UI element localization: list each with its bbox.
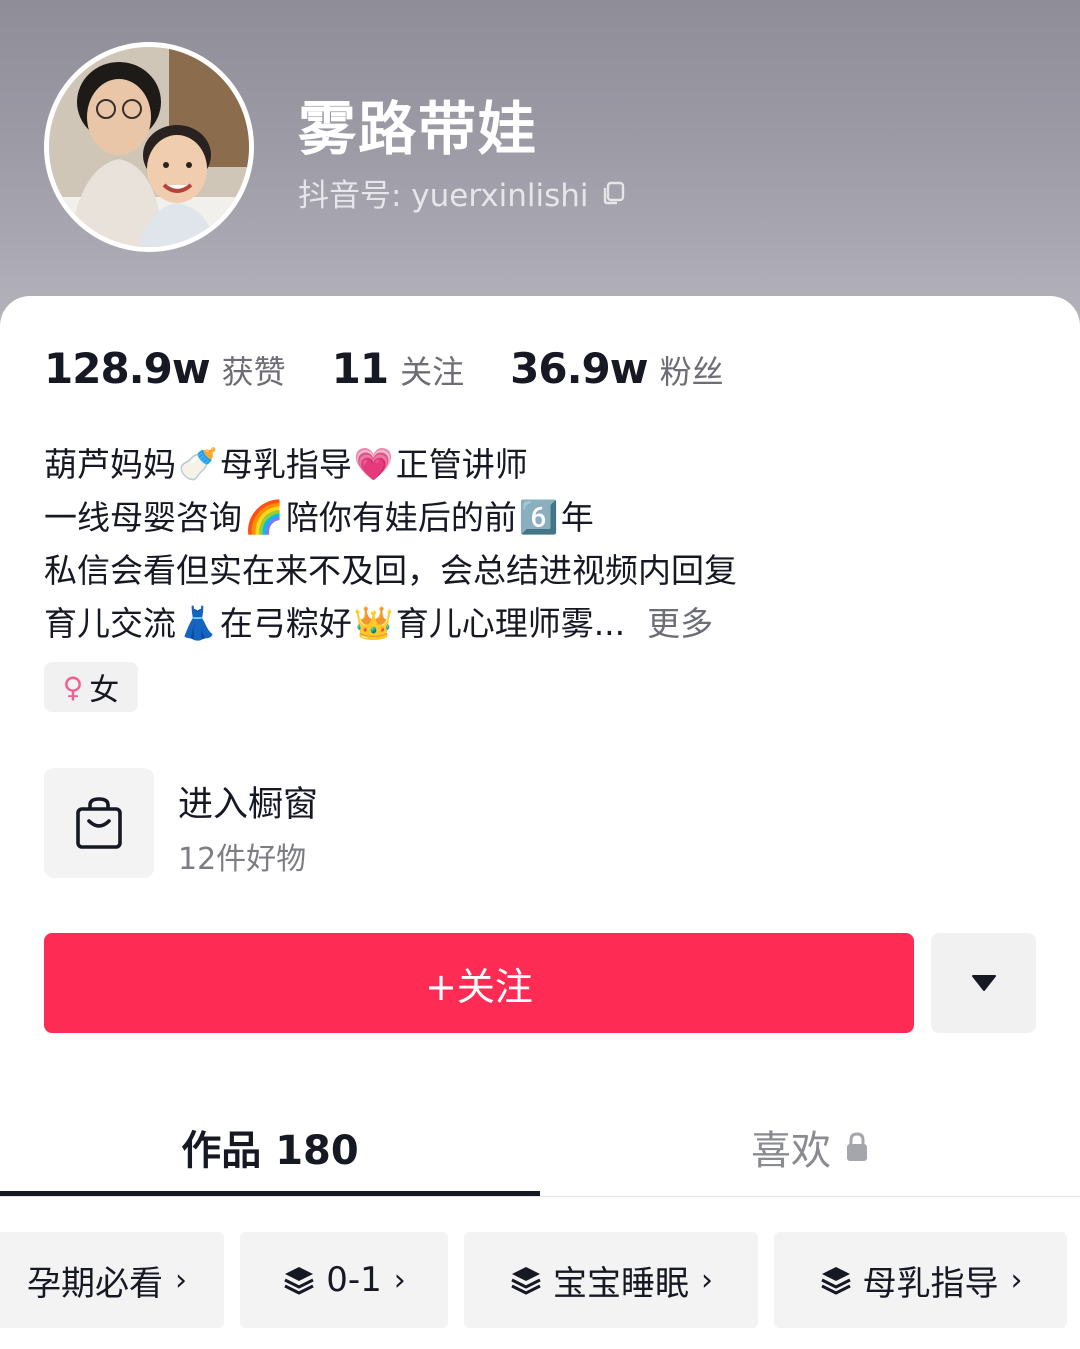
rainbow-icon: 🌈 (244, 498, 284, 536)
chevron-right-icon: › (393, 1262, 406, 1298)
stat-following[interactable]: 11 关注 (332, 344, 464, 393)
shop-subtitle: 12件好物 (178, 842, 307, 877)
bio-text: 年 (560, 498, 594, 537)
stat-label: 获赞 (221, 353, 286, 391)
collection-label: 宝宝睡眠 (553, 1263, 689, 1304)
gender-label: 女 (89, 673, 120, 708)
bio-text: 在弓粽好 (219, 604, 352, 643)
dropdown-triangle-icon (971, 975, 996, 991)
gender-tag: ♀ 女 (44, 662, 138, 712)
stat-value: 128.9w (44, 344, 211, 393)
bio-text: 正管讲师 (395, 445, 528, 484)
account-id[interactable]: 抖音号: yuerxinlishi (298, 170, 627, 215)
shop-entry[interactable] (44, 768, 154, 878)
bio-text: 私信会看但实在来不及回，会总结进视频内回复 (44, 551, 737, 590)
chevron-right-icon: › (175, 1262, 187, 1298)
lock-icon (847, 1132, 867, 1161)
avatar-image (49, 47, 249, 247)
layers-icon (284, 1267, 314, 1295)
bio[interactable]: 葫芦妈妈 🍼 母乳指导 💗 正管讲师 一线母婴咨询 🌈 陪你有娃后的前 6️⃣ … (44, 438, 1034, 650)
baby-bottle-icon: 🍼 (178, 445, 218, 483)
profile-header: 雾路带娃 抖音号: yuerxinlishi (0, 0, 1080, 330)
collection-label: 母乳指导 (862, 1263, 999, 1304)
collection-label: 孕期必看 (27, 1263, 163, 1304)
stat-followers[interactable]: 36.9w 粉丝 (510, 344, 723, 393)
heart-icon: 💗 (353, 445, 394, 483)
collection-chip-pregnancy[interactable]: 孕期必看 › (0, 1232, 224, 1328)
bio-text: 育儿交流 (44, 604, 176, 643)
tab-works-label: 作品 180 (181, 1128, 359, 1174)
collection-chip-0-1[interactable]: 0-1 › (240, 1232, 448, 1328)
bio-text: 陪你有娃后的前 (285, 498, 517, 537)
tab-likes-label: 喜欢 (751, 1128, 831, 1174)
account-id-text: 抖音号: yuerxinlishi (298, 178, 589, 214)
female-icon: ♀ (62, 670, 84, 704)
bio-line: 一线母婴咨询 🌈 陪你有娃后的前 6️⃣ 年 (44, 491, 1034, 544)
bio-text: 母乳指导 (219, 445, 352, 484)
tab-likes[interactable]: 喜欢 (540, 1112, 1080, 1182)
bio-line: 育儿交流 👗 在弓粽好 👑 育儿心理师雾... 更多 (44, 597, 1034, 650)
nickname: 雾路带娃 (298, 95, 539, 163)
collection-chip-breastfeeding[interactable]: 母乳指导 › (774, 1232, 1067, 1328)
number-six-icon: 6️⃣ (518, 498, 559, 536)
tab-divider (0, 1196, 1080, 1197)
dress-icon: 👗 (178, 604, 218, 642)
avatar[interactable] (44, 42, 254, 252)
stat-label: 关注 (400, 353, 465, 391)
crown-icon: 👑 (353, 604, 394, 642)
stat-label: 粉丝 (659, 353, 724, 391)
follow-button[interactable]: +关注 (44, 933, 914, 1033)
stat-value: 11 (331, 344, 389, 393)
bio-text: 育儿心理师雾... (395, 604, 626, 643)
collection-chip-baby-sleep[interactable]: 宝宝睡眠 › (464, 1232, 758, 1328)
bio-more-link[interactable]: 更多 (647, 597, 713, 650)
copy-icon[interactable] (601, 180, 627, 206)
chevron-right-icon: › (1010, 1262, 1023, 1298)
layers-icon (511, 1267, 541, 1295)
bio-line: 葫芦妈妈 🍼 母乳指导 💗 正管讲师 (44, 438, 1034, 491)
stats-row: 128.9w 获赞 11 关注 36.9w 粉丝 (44, 344, 770, 393)
more-actions-button[interactable] (931, 933, 1036, 1033)
collection-label: 0-1 (326, 1260, 382, 1300)
shopping-bag-icon (76, 797, 122, 849)
stat-value: 36.9w (510, 344, 648, 393)
layers-icon (820, 1267, 851, 1295)
bio-line: 私信会看但实在来不及回，会总结进视频内回复 (44, 544, 1034, 597)
chevron-right-icon: › (701, 1262, 713, 1298)
bio-text: 葫芦妈妈 (44, 445, 176, 484)
tab-works[interactable]: 作品 180 (0, 1112, 540, 1182)
shop-title[interactable]: 进入橱窗 (178, 776, 318, 827)
stat-likes[interactable]: 128.9w 获赞 (44, 344, 286, 393)
bio-text: 一线母婴咨询 (44, 498, 242, 537)
